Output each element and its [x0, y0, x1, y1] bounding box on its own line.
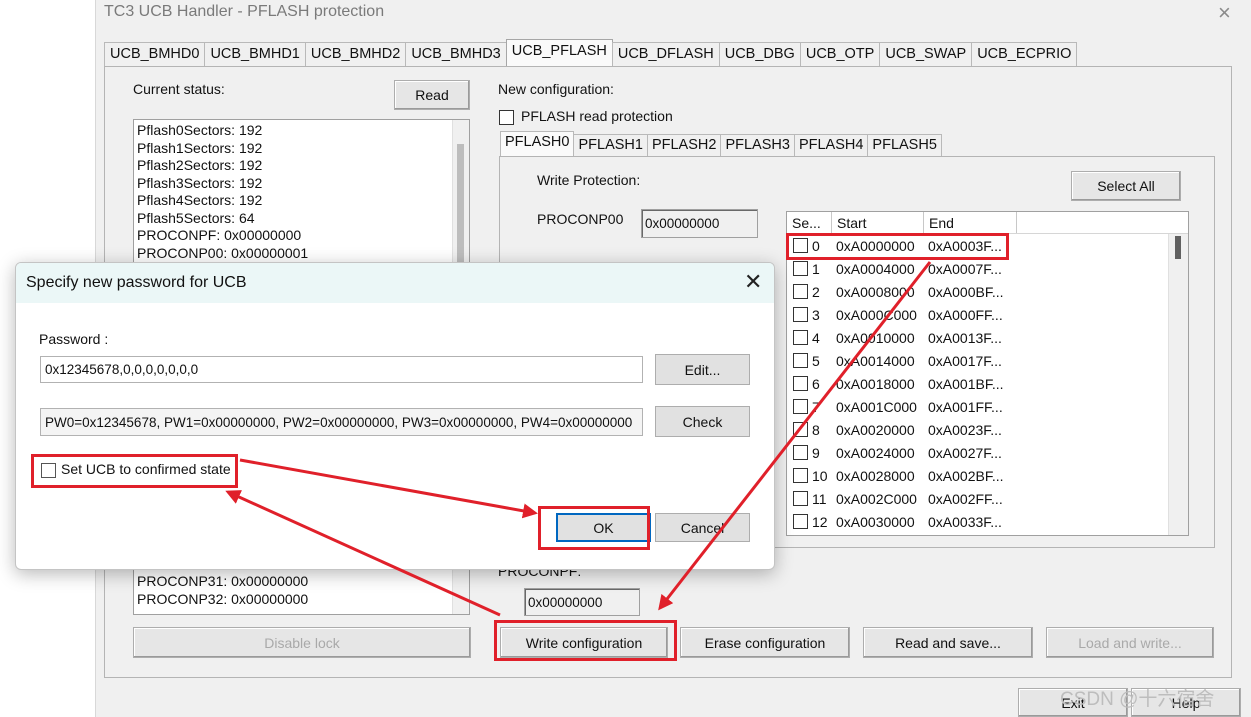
annotation-arrows: [225, 261, 932, 617]
arrow-write-to-confirmed: [225, 490, 501, 617]
arrow-sector-to-write: [658, 261, 932, 611]
watermark-text: CSDN @十六宿舍: [1060, 689, 1215, 710]
arrow-confirmed-to-ok: [239, 458, 538, 519]
